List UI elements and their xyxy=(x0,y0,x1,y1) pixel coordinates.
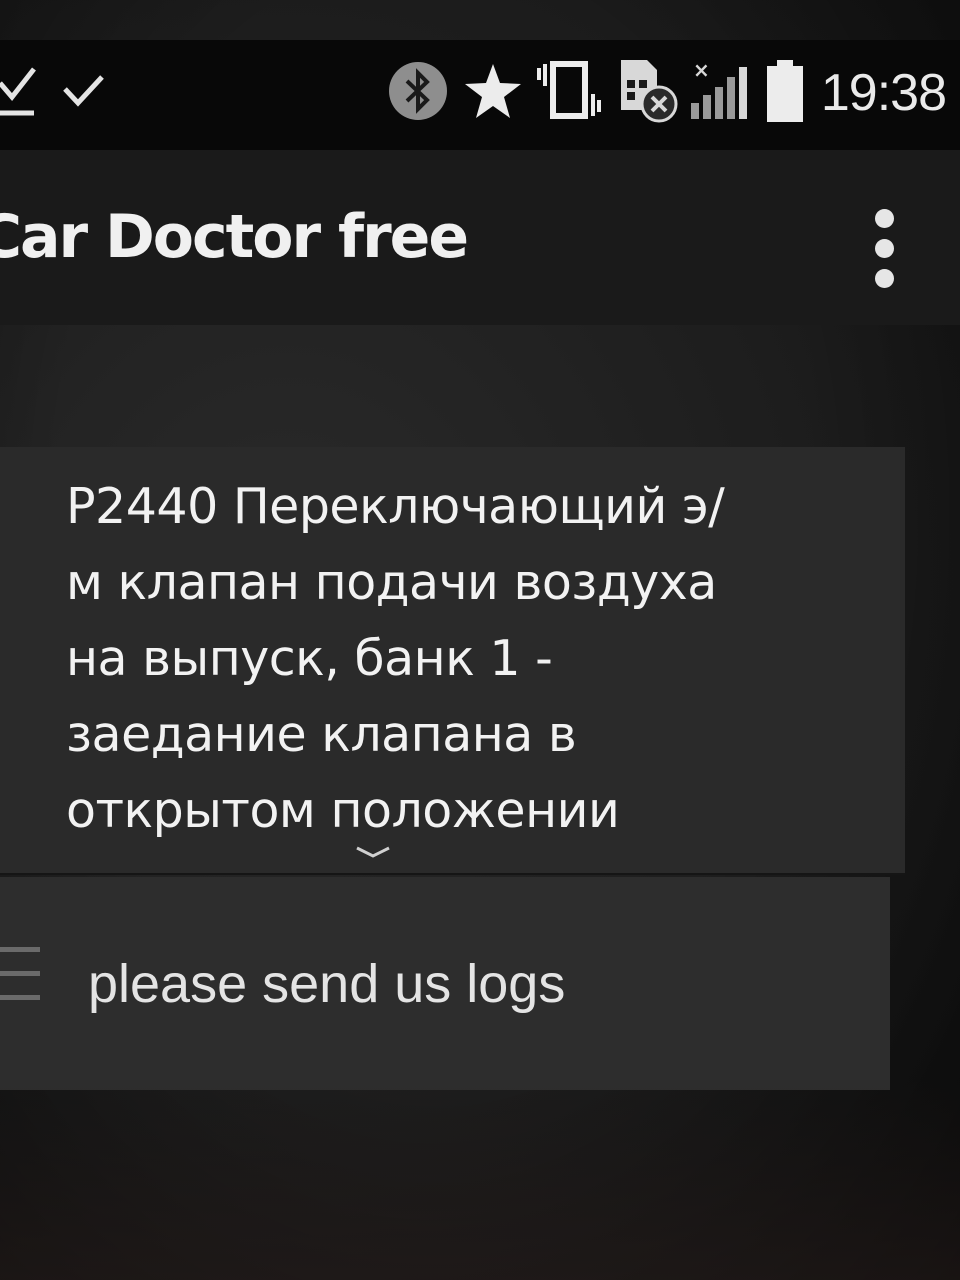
sim-card-off-icon xyxy=(617,58,679,128)
menu-icon xyxy=(0,947,40,1017)
error-line: м клапан подачи воздуха xyxy=(66,554,717,611)
divider xyxy=(0,873,905,875)
status-right-icons: × 19:38 xyxy=(381,58,947,128)
status-time: 19:38 xyxy=(820,64,947,122)
status-bar: × 19:38 xyxy=(0,40,960,150)
chevron-down-icon[interactable] xyxy=(355,845,391,859)
app-title: Car Doctor free xyxy=(0,202,469,272)
bluetooth-icon xyxy=(387,60,449,126)
more-vertical-icon[interactable] xyxy=(868,205,904,305)
star-icon xyxy=(463,62,523,124)
message-text: please send us logs xyxy=(88,954,566,1014)
error-description: P2440 Переключающий э/ м клапан подачи в… xyxy=(66,469,866,849)
message-row[interactable]: please send us logs xyxy=(0,877,890,1090)
error-line: заедание клапана в xyxy=(66,706,577,763)
battery-icon xyxy=(765,58,805,128)
vibrate-icon xyxy=(535,60,605,126)
error-line: на выпуск, банк 1 - xyxy=(66,630,553,687)
error-line: открытом положении xyxy=(66,782,620,839)
app-bar: Car Doctor free xyxy=(0,150,960,325)
signal-icon: × xyxy=(687,58,753,127)
status-left-icons xyxy=(0,58,106,128)
screen-reflection xyxy=(0,1080,960,1280)
check-icon xyxy=(62,71,106,115)
download-done-icon xyxy=(0,63,40,123)
svg-text:×: × xyxy=(693,59,710,82)
error-line: P2440 Переключающий э/ xyxy=(66,478,725,535)
error-code-card[interactable]: P2440 Переключающий э/ м клапан подачи в… xyxy=(0,447,905,875)
